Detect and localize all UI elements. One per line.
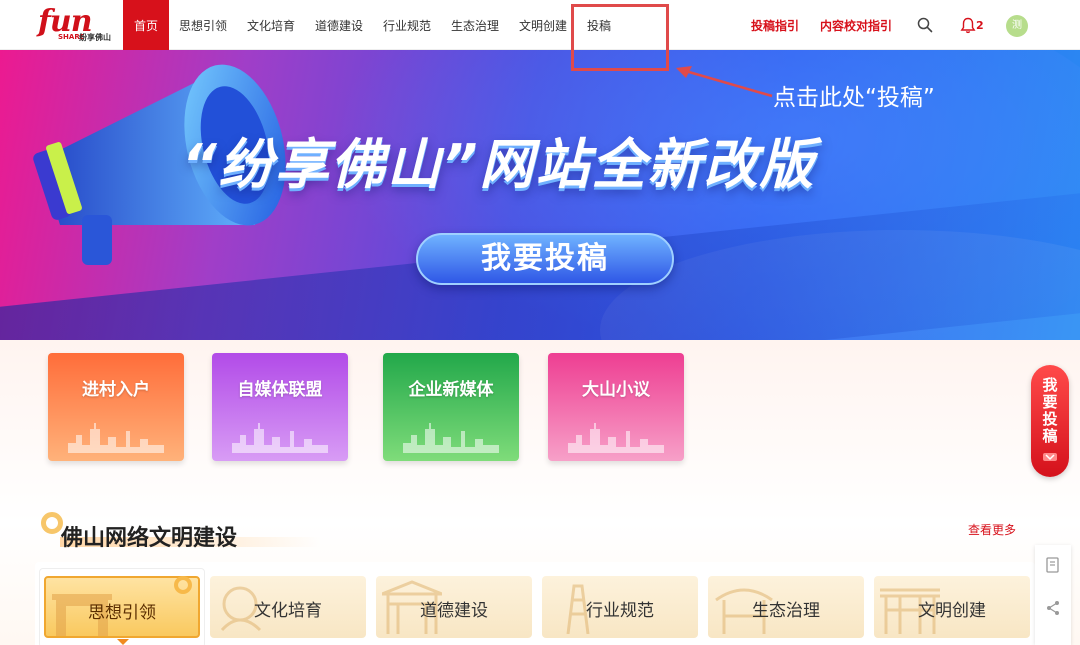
side-submit-label: 我要投稿: [1042, 376, 1058, 445]
section-deco-ring: [41, 512, 63, 534]
banner-title: “纷享佛山”网站全新改版: [182, 133, 816, 196]
nav-item-industry[interactable]: 行业规范: [379, 0, 435, 50]
card-village[interactable]: 进村入户: [48, 353, 184, 461]
search-icon[interactable]: [917, 17, 933, 33]
main-content: 进村入户 自媒体联盟 企业新媒体 大山小议 我要投稿 佛山网络文明建设 查看更多: [0, 340, 1080, 645]
tab-label: 行业规范: [586, 601, 654, 621]
view-more-link[interactable]: 查看更多: [968, 521, 1016, 538]
bell-icon[interactable]: [960, 17, 976, 34]
annotation-arrow-icon: [676, 66, 773, 98]
user-avatar[interactable]: 测: [1006, 15, 1028, 37]
card-label: 进村入户: [82, 380, 150, 400]
tab-industry[interactable]: 行业规范: [542, 576, 698, 638]
nav-item-culture[interactable]: 文化培育: [243, 0, 299, 50]
tab-label: 思想引领: [88, 603, 156, 623]
nav-item-civilization[interactable]: 文明创建: [515, 0, 571, 50]
tab-thought[interactable]: 思想引领: [44, 576, 200, 638]
logo-subtitle: 纷享佛山: [79, 33, 111, 42]
card-label: 大山小议: [582, 380, 650, 400]
edit-document-icon[interactable]: [1045, 557, 1061, 573]
city-skyline-icon: [403, 423, 499, 453]
submit-guide-link[interactable]: 投稿指引: [751, 0, 799, 50]
card-label: 自媒体联盟: [237, 380, 323, 400]
tab-civilization[interactable]: 文明创建: [874, 576, 1030, 638]
tab-culture[interactable]: 文化培育: [210, 576, 366, 638]
tab-deco-ring: [174, 576, 192, 594]
notification-count-badge: 2: [976, 19, 984, 32]
nav-item-thought[interactable]: 思想引领: [175, 0, 231, 50]
city-skyline-icon: [568, 423, 664, 453]
tab-label: 道德建设: [420, 601, 488, 621]
card-label: 企业新媒体: [408, 380, 494, 400]
section-title: 佛山网络文明建设: [61, 526, 238, 551]
nav-item-ecology[interactable]: 生态治理: [447, 0, 503, 50]
annotation-highlight-box: [571, 4, 669, 71]
tab-morality[interactable]: 道德建设: [376, 576, 532, 638]
active-tab-pointer: [117, 639, 129, 645]
card-dashan-xiaoyi[interactable]: 大山小议: [548, 353, 684, 461]
card-enterprise-media[interactable]: 企业新媒体: [383, 353, 519, 461]
floating-toolbar: [1035, 545, 1071, 645]
tab-label: 文明创建: [918, 601, 986, 621]
city-skyline-icon: [232, 423, 328, 453]
side-submit-text: 我要投稿: [1031, 377, 1069, 445]
tab-ecology[interactable]: 生态治理: [708, 576, 864, 638]
nav-item-home[interactable]: 首页: [123, 0, 169, 50]
share-icon[interactable]: [1045, 600, 1061, 616]
tab-label: 生态治理: [752, 601, 820, 621]
banner-submit-button[interactable]: 我要投稿: [416, 233, 674, 285]
proofread-guide-link[interactable]: 内容校对指引: [820, 0, 892, 50]
card-self-media[interactable]: 自媒体联盟: [212, 353, 348, 461]
top-navbar: fun SHARE 纷享佛山 首页 思想引领 文化培育 道德建设 行业规范 生态…: [0, 0, 1080, 50]
chevron-down-icon: [1043, 453, 1057, 461]
city-skyline-icon: [68, 423, 164, 453]
side-submit-button[interactable]: 我要投稿: [1031, 365, 1069, 477]
nav-item-morality[interactable]: 道德建设: [311, 0, 367, 50]
annotation-text: 点击此处“投稿”: [773, 85, 935, 111]
tab-label: 文化培育: [254, 601, 322, 621]
site-logo[interactable]: fun SHARE 纷享佛山: [38, 4, 118, 44]
